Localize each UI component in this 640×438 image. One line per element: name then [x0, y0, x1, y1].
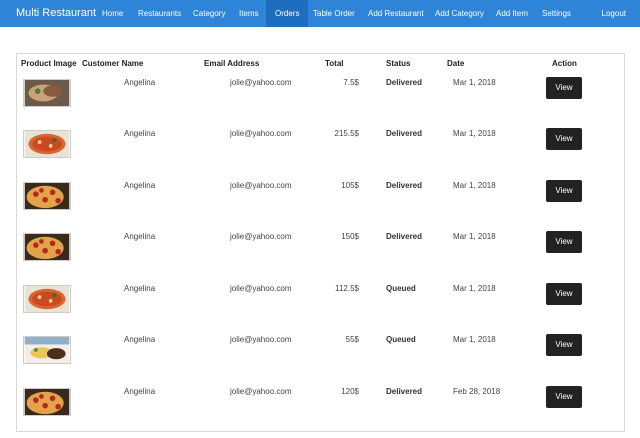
- header-customer-name: Customer Name: [82, 59, 144, 68]
- order-date: Mar 1, 2018: [453, 181, 496, 190]
- order-total: 150$: [341, 232, 359, 241]
- order-total: 215.5$: [334, 129, 359, 138]
- table-row: Angelina jolie@yahoo.com 120$ Delivered Feb …: [17, 386, 624, 438]
- header-product-image: Product Image: [21, 59, 77, 68]
- nav-add-restaurant[interactable]: Add Restaurant: [361, 0, 431, 27]
- customer-name: Angelina: [124, 387, 156, 396]
- table-row: Angelina jolie@yahoo.com 7.5$ Delivered Mar …: [17, 77, 624, 129]
- nav-table-order[interactable]: Table Order: [306, 0, 362, 27]
- logout-link[interactable]: Logout: [602, 0, 626, 27]
- order-total: 55$: [345, 335, 359, 344]
- order-date: Mar 1, 2018: [453, 284, 496, 293]
- view-order-button[interactable]: View: [546, 128, 582, 150]
- nav-restaurants[interactable]: Restaurants: [131, 0, 188, 27]
- view-order-button[interactable]: View: [546, 231, 582, 253]
- order-status: Delivered: [386, 78, 423, 87]
- header-date: Date: [447, 59, 465, 68]
- nav-orders[interactable]: Orders: [266, 0, 309, 27]
- table-row: Angelina jolie@yahoo.com 105$ Delivered Mar …: [17, 180, 624, 232]
- order-total: 120$: [341, 387, 359, 396]
- top-navbar: Multi Restaurant Home Restaurants Catego…: [0, 0, 640, 27]
- view-order-button[interactable]: View: [546, 180, 582, 202]
- nav-category[interactable]: Category: [186, 0, 232, 27]
- nav-settings[interactable]: Settings: [535, 0, 578, 27]
- order-status: Delivered: [386, 181, 423, 190]
- order-status: Delivered: [386, 232, 423, 241]
- table-row: Angelina jolie@yahoo.com 150$ Delivered Mar …: [17, 231, 624, 283]
- nav-items[interactable]: Items: [232, 0, 266, 27]
- order-date: Mar 1, 2018: [453, 232, 496, 241]
- header-action: Action: [552, 59, 577, 68]
- pizza-icon: [23, 130, 71, 158]
- nav-home[interactable]: Home: [95, 0, 130, 27]
- order-date: Feb 28, 2018: [453, 387, 501, 396]
- customer-email: jolie@yahoo.com: [230, 232, 292, 241]
- customer-email: jolie@yahoo.com: [230, 387, 292, 396]
- brand-logo-text[interactable]: Multi Restaurant: [16, 7, 96, 19]
- table-row: Angelina jolie@yahoo.com 215.5$ Delivered Ma…: [17, 128, 624, 180]
- pepperoni-pizza-icon: [23, 233, 71, 261]
- order-status: Delivered: [386, 387, 423, 396]
- roll-food-icon: [23, 79, 71, 107]
- header-total: Total: [325, 59, 344, 68]
- customer-email: jolie@yahoo.com: [230, 335, 292, 344]
- customer-name: Angelina: [124, 78, 156, 87]
- order-date: Mar 1, 2018: [453, 78, 496, 87]
- order-status: Queued: [386, 284, 416, 293]
- view-order-button[interactable]: View: [546, 334, 582, 356]
- header-email: Email Address: [204, 59, 260, 68]
- pizza-icon: [23, 285, 71, 313]
- pepperoni-pizza-icon: [23, 388, 71, 416]
- order-total: 112.5$: [335, 284, 359, 293]
- view-order-button[interactable]: View: [546, 77, 582, 99]
- customer-email: jolie@yahoo.com: [230, 284, 292, 293]
- order-status: Queued: [386, 335, 416, 344]
- view-order-button[interactable]: View: [546, 283, 582, 305]
- steak-plate-icon: [23, 336, 71, 364]
- pepperoni-pizza-icon: [23, 182, 71, 210]
- customer-name: Angelina: [124, 232, 156, 241]
- customer-email: jolie@yahoo.com: [230, 129, 292, 138]
- order-total: 105$: [341, 181, 359, 190]
- order-date: Mar 1, 2018: [453, 129, 496, 138]
- customer-name: Angelina: [124, 129, 156, 138]
- customer-name: Angelina: [124, 335, 156, 344]
- table-row: Angelina jolie@yahoo.com 55$ Queued Mar 1, 2…: [17, 334, 624, 386]
- order-total: 7.5$: [343, 78, 359, 87]
- order-date: Mar 1, 2018: [453, 335, 496, 344]
- nav-add-item[interactable]: Add Item: [489, 0, 535, 27]
- customer-name: Angelina: [124, 181, 156, 190]
- table-row: Angelina jolie@yahoo.com 112.5$ Queued Mar 1…: [17, 283, 624, 335]
- customer-email: jolie@yahoo.com: [230, 78, 292, 87]
- customer-email: jolie@yahoo.com: [230, 181, 292, 190]
- order-status: Delivered: [386, 129, 423, 138]
- customer-name: Angelina: [124, 284, 156, 293]
- nav-add-category[interactable]: Add Category: [428, 0, 491, 27]
- view-order-button[interactable]: View: [546, 386, 582, 408]
- header-status: Status: [386, 59, 411, 68]
